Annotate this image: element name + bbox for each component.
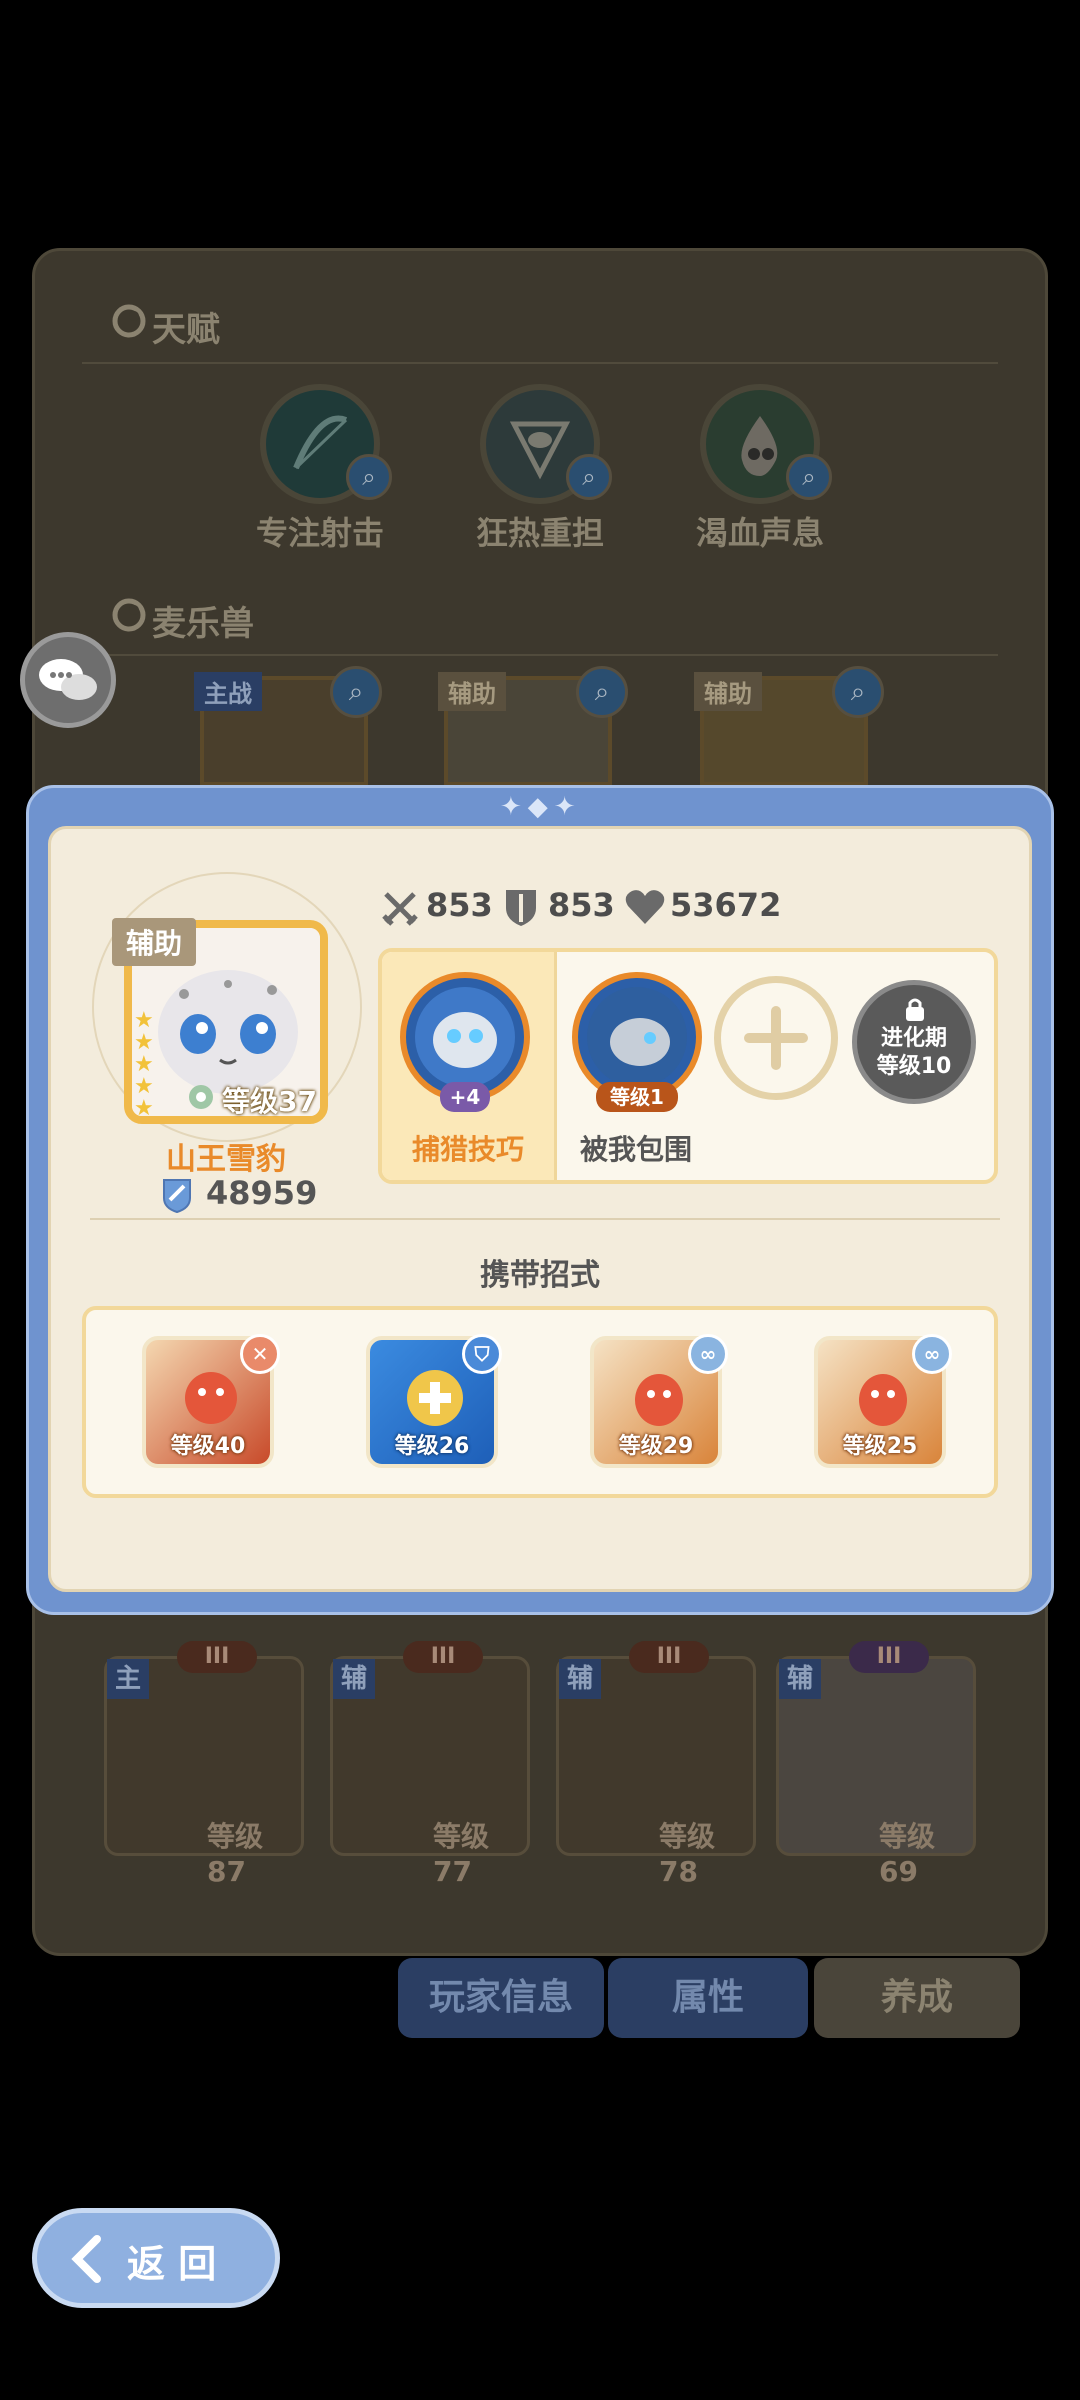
divider	[554, 952, 557, 1180]
add-skill-button[interactable]	[714, 976, 838, 1100]
crossed-swords-icon: ✕	[240, 1334, 280, 1374]
locked-line1: 进化期	[880, 1026, 947, 1051]
pet-level: 等级37	[222, 1085, 317, 1118]
mini-level: 等级78	[659, 1820, 716, 1888]
gear-icon	[186, 1082, 216, 1116]
chat-button[interactable]	[20, 632, 116, 728]
talent-label: 渴血声息	[695, 514, 824, 552]
tab-player-info[interactable]: 玩家信息	[398, 1958, 604, 2038]
magnify-icon[interactable]: ⌕	[330, 666, 382, 718]
yellow-cat-icon	[407, 1370, 463, 1426]
move-level: 等级25	[842, 1434, 918, 1459]
skill-badge: +4	[440, 1082, 490, 1112]
leopard-skill-icon	[587, 987, 687, 1087]
back-button[interactable]: 返 回	[32, 2208, 280, 2308]
shield-icon: ⛉	[462, 1334, 502, 1374]
magnify-icon[interactable]: ⌕	[576, 666, 628, 718]
talent-section-icon	[112, 304, 146, 342]
attack-value: 853	[426, 886, 493, 924]
red-cat-icon	[635, 1374, 683, 1426]
tab-attributes[interactable]: 属性	[608, 1958, 808, 2038]
mini-role: 辅	[779, 1659, 821, 1699]
mini-pet-card[interactable]: 辅 III 等级77	[330, 1641, 530, 1888]
mini-role: 辅	[559, 1659, 601, 1699]
mini-rank: III	[629, 1641, 709, 1673]
leopard-skill-icon	[415, 987, 515, 1087]
locked-skill-slot[interactable]: 进化期 等级10	[852, 980, 976, 1104]
magnify-icon[interactable]: ⌕	[832, 666, 884, 718]
move-level: 等级26	[394, 1434, 470, 1459]
crossed-swords-icon	[380, 888, 420, 932]
pets-section-icon	[112, 598, 146, 636]
divider	[90, 1218, 1000, 1220]
mini-role: 主	[107, 1659, 149, 1699]
skill-label: 捕猎技巧	[411, 1133, 524, 1166]
link-icon: ∞	[688, 1334, 728, 1374]
skill-badge: 等级1	[596, 1082, 678, 1112]
moves-title: 携带招式	[480, 1258, 600, 1293]
divider	[82, 362, 998, 364]
pet-tag: 主战	[194, 672, 262, 711]
pet-tag: 辅助	[438, 672, 506, 711]
back-label: 返 回	[127, 2242, 217, 2286]
red-cat-icon	[185, 1372, 237, 1424]
mini-level: 等级69	[879, 1820, 936, 1888]
talent-inspect-icon[interactable]: ⌕	[346, 454, 392, 500]
pet-power: 48959	[206, 1174, 318, 1212]
mini-pet-card[interactable]: 主 III 等级87	[104, 1641, 304, 1888]
talent-inspect-icon[interactable]: ⌕	[566, 454, 612, 500]
mini-pet-card[interactable]: 辅 III 等级69	[776, 1641, 976, 1888]
role-tag: 辅助	[112, 918, 197, 966]
skill-label: 被我包围	[579, 1133, 692, 1166]
move-level: 等级40	[170, 1434, 246, 1459]
link-icon: ∞	[912, 1334, 952, 1374]
pet-tag: 辅助	[694, 672, 762, 711]
back-arrow-icon	[71, 2235, 101, 2283]
plus-icon	[744, 1006, 808, 1070]
talent-inspect-icon[interactable]: ⌕	[786, 454, 832, 500]
hp-value: 53672	[670, 886, 782, 924]
locked-line2: 等级10	[876, 1054, 952, 1079]
card-ornament: ✦◆✦	[500, 792, 582, 822]
shield-icon	[502, 886, 540, 932]
defense-value: 853	[548, 886, 615, 924]
red-cat-icon	[859, 1374, 907, 1426]
mini-rank: III	[403, 1641, 483, 1673]
mini-level: 等级77	[433, 1820, 490, 1888]
lock-icon	[906, 998, 924, 1021]
divider	[82, 654, 998, 656]
mini-role: 辅	[333, 1659, 375, 1699]
pet-name: 山王雪豹	[166, 1142, 286, 1177]
move-level: 等级29	[618, 1434, 694, 1459]
mini-level: 等级87	[207, 1820, 264, 1888]
chat-bubbles-icon	[39, 659, 97, 700]
power-shield-icon	[158, 1176, 196, 1218]
mini-rank: III	[849, 1641, 929, 1673]
talent-heading: 天赋	[152, 310, 220, 350]
talent-label: 狂热重担	[475, 514, 604, 552]
mini-rank: III	[177, 1641, 257, 1673]
tab-cultivate[interactable]: 养成	[814, 1958, 1020, 2038]
talent-label: 专注射击	[255, 514, 384, 552]
mini-pet-card[interactable]: 辅 III 等级78	[556, 1641, 756, 1888]
star-rating: ★ ★ ★ ★ ★	[134, 1008, 154, 1121]
heart-icon	[624, 888, 666, 930]
pets-heading: 麦乐兽	[152, 604, 254, 644]
